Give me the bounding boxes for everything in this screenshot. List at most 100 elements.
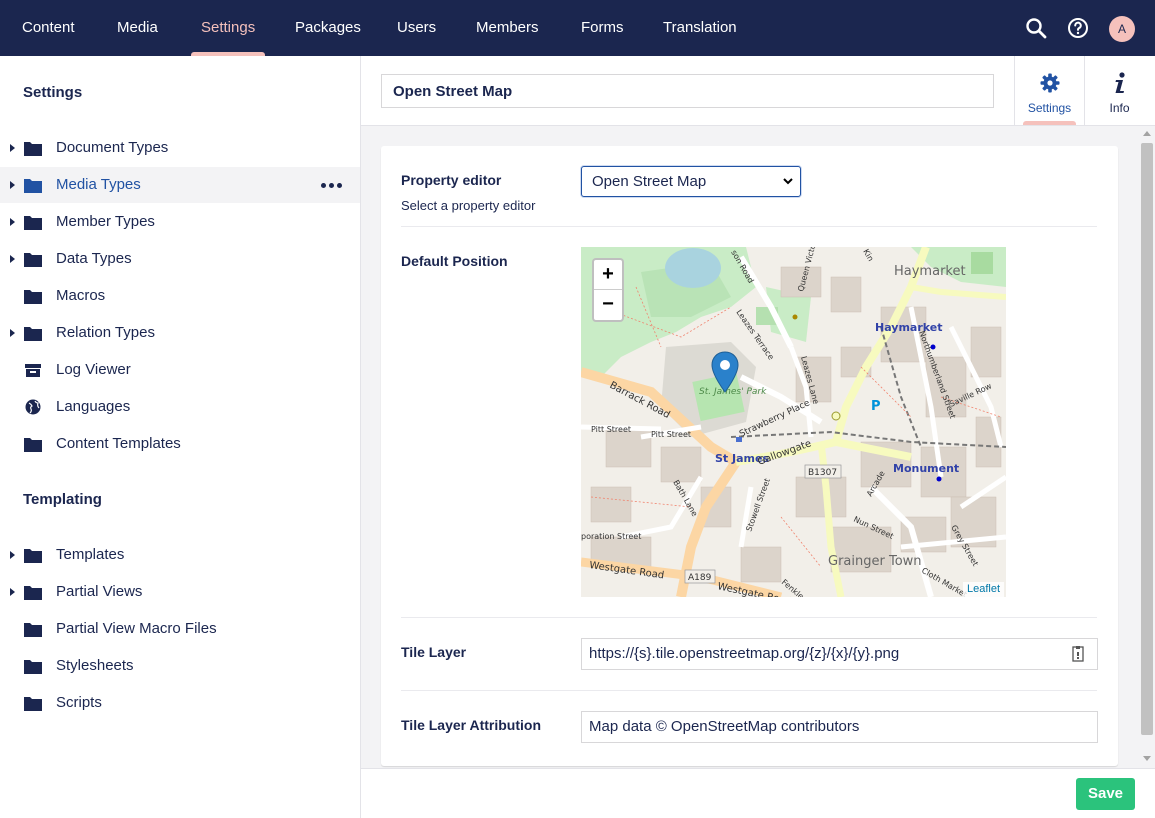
tree-item-label: Log Viewer bbox=[56, 361, 131, 378]
editor-header: Settings Info bbox=[361, 56, 1155, 126]
default-position-label: Default Position bbox=[401, 253, 508, 269]
nav-forms[interactable]: Forms bbox=[571, 0, 634, 56]
folder-icon bbox=[24, 142, 42, 156]
gear-icon bbox=[1040, 73, 1060, 93]
divider bbox=[401, 617, 1097, 618]
leaflet-attribution-link[interactable]: Leaflet bbox=[963, 582, 1005, 597]
help-icon[interactable] bbox=[1066, 16, 1090, 40]
folder-icon bbox=[24, 586, 42, 600]
tree-item-document-types[interactable]: Document Types bbox=[0, 130, 360, 166]
map-view[interactable]: Haymarket Haymarket St. James' Park St J… bbox=[581, 247, 1006, 597]
tree-item-log-viewer[interactable]: Log Viewer bbox=[0, 352, 360, 388]
search-icon[interactable] bbox=[1024, 16, 1048, 40]
divider bbox=[401, 226, 1097, 227]
expand-caret-icon[interactable] bbox=[10, 588, 15, 596]
zoom-out-button[interactable]: − bbox=[594, 290, 622, 320]
folder-icon bbox=[24, 327, 42, 341]
tile-layer-attribution-input[interactable]: Map data © OpenStreetMap contributors bbox=[581, 711, 1098, 743]
tree-item-label: Scripts bbox=[56, 694, 102, 711]
scroll-up-icon[interactable] bbox=[1143, 131, 1151, 136]
map-label: Haymarket bbox=[894, 264, 966, 279]
property-editor-select[interactable]: Open Street Map bbox=[581, 166, 801, 197]
tree-item-partial-views[interactable]: Partial Views bbox=[0, 574, 360, 610]
tree-item-label: Member Types bbox=[56, 213, 155, 230]
folder-icon bbox=[24, 253, 42, 267]
nav-media[interactable]: Media bbox=[107, 0, 168, 56]
name-input[interactable] bbox=[381, 74, 994, 108]
tree-item-media-types[interactable]: Media Types bbox=[0, 167, 360, 203]
expand-caret-icon[interactable] bbox=[10, 329, 15, 337]
expand-caret-icon[interactable] bbox=[10, 181, 15, 189]
tree-item-label: Media Types bbox=[56, 176, 141, 193]
map-label: Haymarket bbox=[875, 321, 943, 334]
nav-packages[interactable]: Packages bbox=[285, 0, 371, 56]
tree-item-languages[interactable]: Languages bbox=[0, 389, 360, 425]
section-heading-templating: Templating bbox=[23, 491, 102, 508]
expand-caret-icon[interactable] bbox=[10, 218, 15, 226]
nav-content[interactable]: Content bbox=[12, 0, 85, 56]
sidebar: Settings Document Types Media Types Memb… bbox=[0, 56, 361, 818]
tree-item-label: Languages bbox=[56, 398, 131, 415]
folder-icon bbox=[24, 179, 42, 193]
tree-item-label: Data Types bbox=[56, 250, 132, 267]
nav-translation[interactable]: Translation bbox=[653, 0, 747, 56]
zoom-in-button[interactable]: + bbox=[594, 260, 622, 290]
tree-item-templates[interactable]: Templates bbox=[0, 537, 360, 573]
tree-item-label: Content Templates bbox=[56, 435, 181, 452]
map-label: A189 bbox=[688, 573, 712, 583]
tree-item-content-templates[interactable]: Content Templates bbox=[0, 426, 360, 462]
map-label: P bbox=[871, 399, 881, 414]
top-navigation: Content Media Settings Packages Users Me… bbox=[0, 0, 1155, 56]
clipboard-icon[interactable] bbox=[1071, 645, 1085, 662]
tree-item-label: Partial Views bbox=[56, 583, 143, 600]
app-label: Settings bbox=[1027, 101, 1072, 115]
scrollbar-thumb[interactable] bbox=[1141, 143, 1153, 735]
map-label: Pitt Street bbox=[651, 430, 691, 439]
tree-item-label: Templates bbox=[56, 546, 125, 563]
tree-item-stylesheets[interactable]: Stylesheets bbox=[0, 648, 360, 684]
select-value: Open Street Map bbox=[592, 173, 707, 190]
chevron-down-icon bbox=[783, 178, 793, 185]
map-tiles: Haymarket Haymarket St. James' Park St J… bbox=[581, 247, 1006, 597]
tree-item-partial-view-macro-files[interactable]: Partial View Macro Files bbox=[0, 611, 360, 647]
nav-members[interactable]: Members bbox=[466, 0, 549, 56]
tile-layer-label: Tile Layer bbox=[401, 644, 467, 660]
folder-icon bbox=[24, 549, 42, 563]
save-button[interactable]: Save bbox=[1076, 778, 1135, 810]
globe-icon bbox=[25, 399, 41, 415]
app-settings-button[interactable]: Settings bbox=[1014, 56, 1084, 126]
expand-caret-icon[interactable] bbox=[10, 551, 15, 559]
more-actions-icon[interactable] bbox=[321, 183, 343, 189]
tree-item-relation-types[interactable]: Relation Types bbox=[0, 315, 360, 351]
tree-item-macros[interactable]: Macros bbox=[0, 278, 360, 314]
folder-icon bbox=[24, 623, 42, 637]
folder-icon bbox=[24, 216, 42, 230]
folder-icon bbox=[24, 290, 42, 304]
box-icon bbox=[25, 364, 41, 377]
property-editor-description: Select a property editor bbox=[401, 198, 536, 213]
app-info-button[interactable]: Info bbox=[1084, 56, 1154, 126]
folder-icon bbox=[24, 660, 42, 674]
map-zoom-control: + − bbox=[592, 258, 624, 322]
scroll-down-icon[interactable] bbox=[1143, 756, 1151, 761]
map-label: B1307 bbox=[808, 468, 837, 478]
tree-item-label: Document Types bbox=[56, 139, 169, 156]
nav-settings[interactable]: Settings bbox=[191, 0, 266, 56]
divider bbox=[401, 690, 1097, 691]
tree-item-scripts[interactable]: Scripts bbox=[0, 685, 360, 721]
user-avatar[interactable]: A bbox=[1109, 16, 1135, 42]
tree-item-data-types[interactable]: Data Types bbox=[0, 241, 360, 277]
tree-item-label: Macros bbox=[56, 287, 106, 304]
tree-item-member-types[interactable]: Member Types bbox=[0, 204, 360, 240]
map-label: poration Street bbox=[581, 532, 641, 541]
nav-users[interactable]: Users bbox=[387, 0, 446, 56]
map-label: Monument bbox=[893, 462, 959, 475]
expand-caret-icon[interactable] bbox=[10, 144, 15, 152]
property-editor-label: Property editor bbox=[401, 172, 502, 188]
map-label: Grainger Town bbox=[828, 554, 922, 569]
tile-layer-input[interactable]: https://{s}.tile.openstreetmap.org/{z}/{… bbox=[581, 638, 1098, 670]
folder-icon bbox=[24, 438, 42, 452]
editor-footer bbox=[361, 768, 1155, 818]
map-marker-icon[interactable] bbox=[711, 351, 739, 393]
expand-caret-icon[interactable] bbox=[10, 255, 15, 263]
